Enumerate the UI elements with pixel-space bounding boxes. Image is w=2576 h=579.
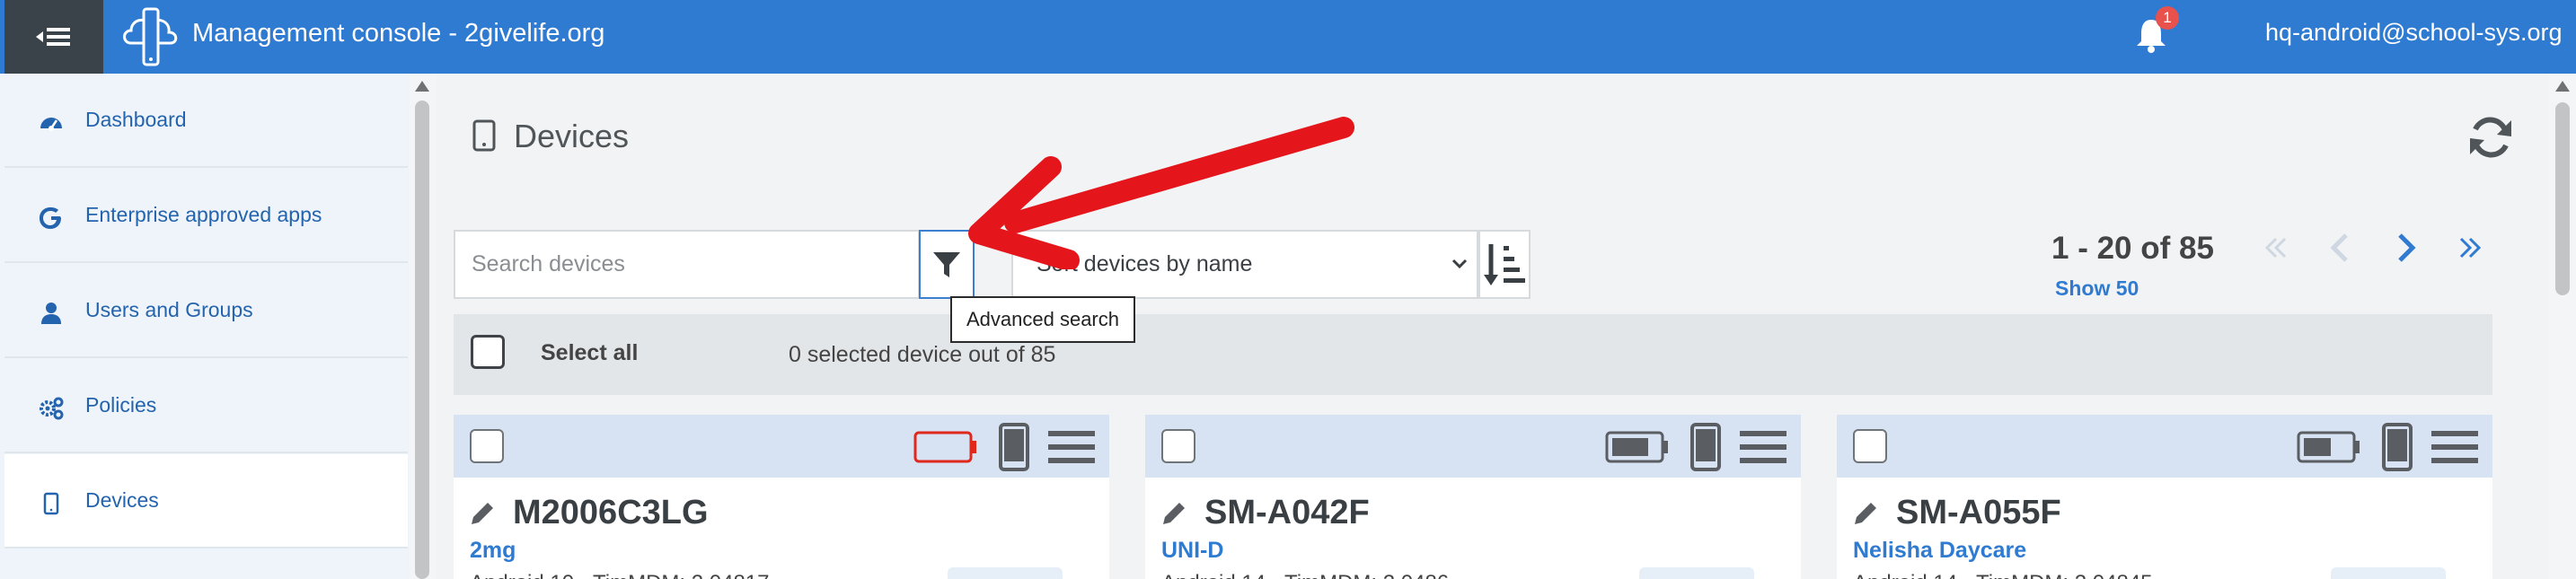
menu-icon[interactable] xyxy=(2431,429,2478,465)
device-card[interactable]: SM-A042F UNI-D Android 14 · TimMDM: 2.04… xyxy=(1145,415,1801,579)
filter-icon xyxy=(933,251,960,277)
phone-icon xyxy=(1690,423,1721,471)
dashboard-icon xyxy=(40,118,62,131)
menu-icon xyxy=(36,28,70,46)
page-title: Devices xyxy=(514,118,630,154)
main-scrollbar[interactable] xyxy=(2549,74,2576,579)
sidebar-item-users-and-groups[interactable]: Users and Groups xyxy=(4,264,408,358)
phone-icon xyxy=(999,423,1029,471)
device-card-header xyxy=(454,415,1109,478)
device-checkbox[interactable] xyxy=(1161,429,1195,463)
user-account[interactable]: hq-android@school-sys.org xyxy=(2265,19,2563,47)
sidebar-item-label: Users and Groups xyxy=(85,298,253,321)
menu-icon[interactable] xyxy=(1048,429,1095,465)
device-card-header xyxy=(1145,415,1801,478)
sidebar: Dashboard Enterprise approved apps Users… xyxy=(0,74,410,579)
device-checkbox[interactable] xyxy=(1853,429,1887,463)
device-name: SM-A042F xyxy=(1204,494,1370,531)
select-all-checkbox[interactable] xyxy=(471,335,505,369)
sidebar-item-label: Devices xyxy=(85,488,159,512)
search-input[interactable] xyxy=(454,230,920,299)
device-name: M2006C3LG xyxy=(513,494,709,531)
device-details: Android 10 · TimMDM: 2.04817 xyxy=(470,571,769,579)
scroll-up-arrow-icon[interactable] xyxy=(2555,81,2570,92)
sort-amount-icon xyxy=(1484,243,1525,285)
top-bar: Management console - 2givelife.org 1 hq-… xyxy=(0,0,2576,74)
edit-icon[interactable] xyxy=(1851,497,1882,528)
pagination-range: 1 - 20 of 85 xyxy=(2051,231,2214,266)
sort-select[interactable]: Sort devices by name xyxy=(1011,230,1478,299)
scrollbar-thumb[interactable] xyxy=(2555,102,2570,295)
sidebar-item-label: Enterprise approved apps xyxy=(85,203,322,226)
gears-icon xyxy=(40,397,64,420)
scroll-up-arrow-icon[interactable] xyxy=(415,81,429,92)
phone-icon xyxy=(2382,423,2413,471)
sidebar-item-devices[interactable]: Devices xyxy=(4,454,408,548)
battery-high-icon xyxy=(1605,431,1668,463)
battery-medium-icon xyxy=(2297,431,2360,463)
app-title: Management console - 2givelife.org xyxy=(192,19,605,48)
device-group-link[interactable]: Nelisha Daycare xyxy=(1853,538,2026,564)
selected-count: 0 selected device out of 85 xyxy=(789,342,1056,367)
sidebar-toggle-button[interactable] xyxy=(4,0,103,74)
device-card[interactable]: SM-A055F Nelisha Daycare Android 14 · Ti… xyxy=(1837,415,2492,579)
edit-icon[interactable] xyxy=(1160,497,1190,528)
selection-bar xyxy=(454,314,2492,395)
device-action-button[interactable] xyxy=(1639,567,1754,579)
device-group-link[interactable]: 2mg xyxy=(470,538,516,564)
next-page-icon[interactable] xyxy=(2387,230,2423,266)
first-page-icon[interactable] xyxy=(2258,230,2294,266)
sidebar-scrollbar[interactable] xyxy=(410,74,437,579)
advanced-search-button[interactable] xyxy=(919,230,975,299)
sort-direction-button[interactable] xyxy=(1478,230,1531,299)
device-name: SM-A055F xyxy=(1896,494,2061,531)
refresh-icon[interactable] xyxy=(2466,113,2515,162)
device-details: Android 14 · TimMDM: 2.04845 xyxy=(1853,571,2152,579)
device-card[interactable]: M2006C3LG 2mg Android 10 · TimMDM: 2.048… xyxy=(454,415,1109,579)
notification-badge: 1 xyxy=(2156,6,2179,30)
scrollbar-thumb[interactable] xyxy=(415,101,429,579)
sidebar-item-label: Policies xyxy=(85,393,157,417)
menu-icon[interactable] xyxy=(1740,429,1786,465)
sidebar-item-label: Dashboard xyxy=(85,108,187,131)
show-50-link[interactable]: Show 50 xyxy=(2055,276,2139,301)
advanced-search-tooltip: Advanced search xyxy=(950,296,1135,343)
sidebar-item-enterprise-apps[interactable]: Enterprise approved apps xyxy=(4,169,408,263)
device-action-button[interactable] xyxy=(948,567,1063,579)
device-action-button[interactable] xyxy=(2331,567,2446,579)
device-card-header xyxy=(1837,415,2492,478)
device-group-link[interactable]: UNI-D xyxy=(1161,538,1223,564)
device-icon xyxy=(472,119,496,152)
select-all-label[interactable]: Select all xyxy=(541,340,638,366)
sort-select-value: Sort devices by name xyxy=(1037,251,1253,276)
previous-page-icon[interactable] xyxy=(2323,230,2359,266)
user-icon xyxy=(41,303,61,324)
chevron-down-icon xyxy=(1451,259,1468,269)
device-checkbox[interactable] xyxy=(470,429,504,463)
tablet-icon xyxy=(43,492,59,515)
last-page-icon[interactable] xyxy=(2452,230,2488,266)
sidebar-item-dashboard[interactable]: Dashboard xyxy=(4,74,408,168)
device-details: Android 14 · TimMDM: 2.0486 xyxy=(1161,571,1449,579)
battery-low-icon xyxy=(913,431,976,463)
cloud-phone-logo-icon xyxy=(123,7,178,66)
sidebar-item-policies[interactable]: Policies xyxy=(4,359,408,453)
edit-icon[interactable] xyxy=(468,497,498,528)
google-icon xyxy=(40,207,61,229)
